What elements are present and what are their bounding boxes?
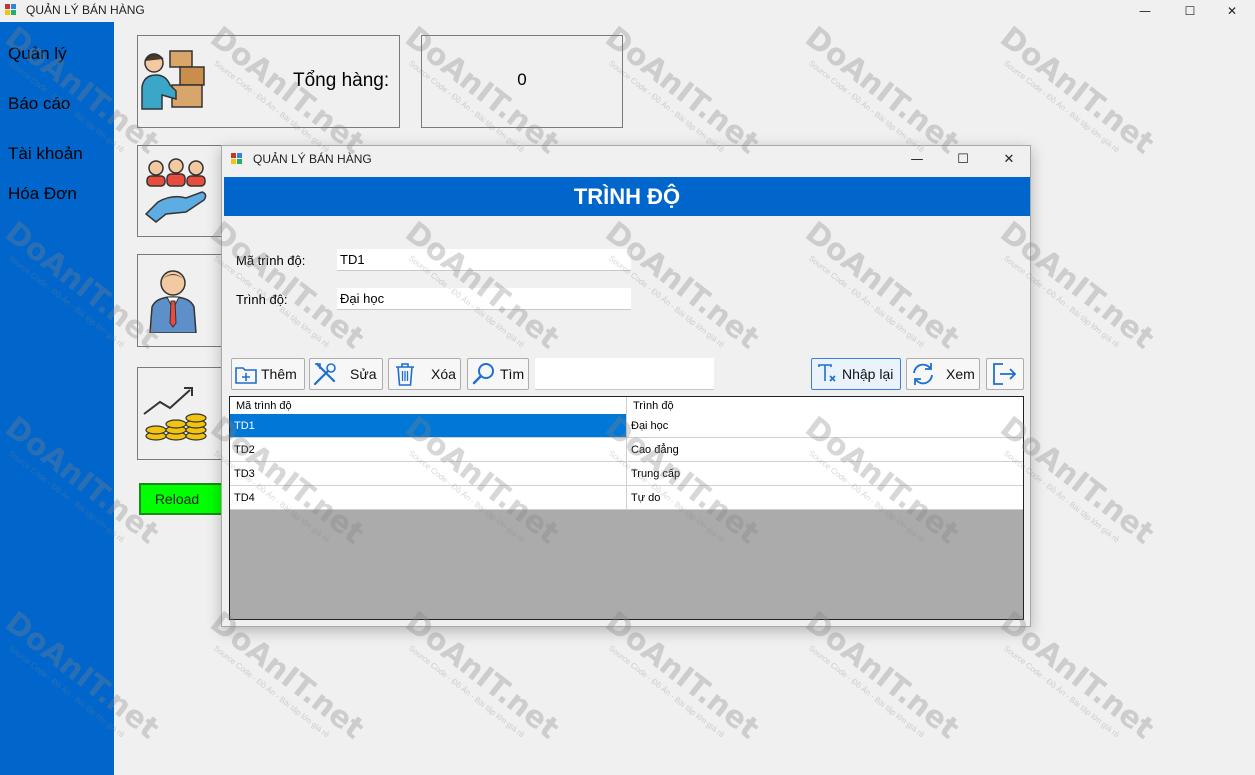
cell-code: TD4 [230, 486, 627, 509]
table-row[interactable]: TD4 Tự do [230, 486, 1023, 510]
customers-tile[interactable] [137, 145, 227, 237]
dialog-title: QUẢN LÝ BÁN HÀNG [253, 152, 372, 166]
revenue-chart-icon [143, 387, 207, 441]
dialog-close-button[interactable]: ✕ [986, 146, 1032, 172]
exit-button[interactable] [986, 358, 1024, 390]
add-button[interactable]: Thêm [231, 358, 305, 390]
revenue-tile[interactable] [137, 367, 227, 460]
level-name-label: Trình độ: [236, 292, 288, 307]
edit-button[interactable]: Sửa [309, 358, 383, 390]
total-goods-label: Tổng hàng: [293, 70, 390, 91]
table-row[interactable]: TD2 Cao đẳng [230, 438, 1023, 462]
level-table[interactable]: Mã trình độ Trình độ TD1 Đại học TD2 Cao… [229, 396, 1024, 620]
tools-icon [313, 362, 336, 386]
total-goods-value: 0 [517, 70, 527, 89]
reset-label: Nhập lại [842, 366, 894, 382]
column-header-code[interactable]: Mã trình độ [230, 397, 627, 414]
level-dialog: QUẢN LÝ BÁN HÀNG — ☐ ✕ TRÌNH ĐỘ Mã trình… [221, 145, 1031, 627]
sidebar-item-bao-cao[interactable]: Báo cáo [8, 94, 70, 114]
sidebar-item-hoa-don[interactable]: Hóa Đơn [8, 184, 77, 204]
sidebar: Quản lý Báo cáo Tài khoản Hóa Đơn [0, 22, 114, 775]
trash-icon [396, 363, 414, 386]
dialog-minimize-button[interactable]: — [894, 146, 940, 172]
watermark: DoAnIT.net Source Code - Đồ Án - Bài tập … [798, 605, 966, 747]
cell-code: TD3 [230, 462, 627, 485]
cell-code: TD2 [230, 438, 627, 461]
reload-button[interactable]: Reload [139, 483, 225, 515]
view-label: Xem [946, 366, 975, 382]
cell-name: Trung cấp [631, 467, 681, 480]
dialog-header-title: TRÌNH ĐỘ [573, 183, 681, 209]
app-icon [5, 4, 18, 17]
table-row[interactable]: TD3 Trung cấp [230, 462, 1023, 486]
refresh-icon [913, 363, 933, 385]
cell-name: Tự do [631, 491, 661, 504]
exit-icon [993, 363, 1017, 385]
watermark: DoAnIT.net Source Code - Đồ Án - Bài tập … [203, 605, 371, 747]
watermark: DoAnIT.net Source Code - Đồ Án - Bài tập … [598, 605, 766, 747]
reset-button[interactable]: Nhập lại [811, 358, 901, 390]
employee-tile[interactable] [137, 254, 227, 347]
search-button[interactable]: Tìm [467, 358, 529, 390]
table-header: Mã trình độ Trình độ [230, 397, 1023, 415]
customers-hand-icon [144, 158, 207, 223]
total-goods-card: Tổng hàng: [137, 35, 400, 128]
window-title: QUẢN LÝ BÁN HÀNG [26, 3, 145, 17]
search-icon [472, 363, 494, 385]
delete-button[interactable]: Xóa [388, 358, 461, 390]
watermark: DoAnIT.net Source Code - Đồ Án - Bài tập … [993, 605, 1161, 747]
search-input[interactable] [535, 358, 714, 390]
dialog-header: TRÌNH ĐỘ [224, 177, 1030, 216]
column-header-name[interactable]: Trình độ [627, 397, 1023, 414]
reload-label: Reload [154, 491, 200, 507]
search-label: Tìm [500, 366, 525, 382]
edit-label: Sửa [350, 366, 377, 382]
dialog-maximize-button[interactable]: ☐ [940, 146, 986, 172]
table-row[interactable]: TD1 Đại học [230, 414, 1023, 438]
cell-code: TD1 [230, 414, 627, 437]
maximize-button[interactable]: ☐ [1167, 0, 1213, 22]
total-goods-value-card: 0 [421, 35, 623, 128]
add-label: Thêm [261, 366, 297, 382]
watermark: DoAnIT.net Source Code - Đồ Án - Bài tập … [398, 605, 566, 747]
cell-name: Đại học [627, 414, 1023, 437]
minimize-button[interactable]: — [1122, 0, 1168, 22]
clear-format-icon [818, 364, 836, 382]
main-titlebar: QUẢN LÝ BÁN HÀNG — ☐ ✕ [0, 0, 1255, 22]
sidebar-item-tai-khoan[interactable]: Tài khoản [8, 144, 83, 164]
cell-name: Cao đẳng [631, 443, 679, 456]
level-code-input[interactable] [337, 249, 631, 271]
level-code-label: Mã trình độ: [236, 253, 306, 268]
sidebar-item-quan-ly[interactable]: Quản lý [8, 44, 67, 64]
close-button[interactable]: ✕ [1209, 0, 1255, 22]
view-button[interactable]: Xem [906, 358, 980, 390]
delete-label: Xóa [431, 366, 456, 382]
dialog-app-icon [231, 153, 244, 166]
employee-icon [149, 270, 197, 333]
add-folder-icon [235, 367, 257, 384]
warehouse-worker-icon [141, 50, 205, 110]
level-name-input[interactable] [337, 288, 631, 310]
